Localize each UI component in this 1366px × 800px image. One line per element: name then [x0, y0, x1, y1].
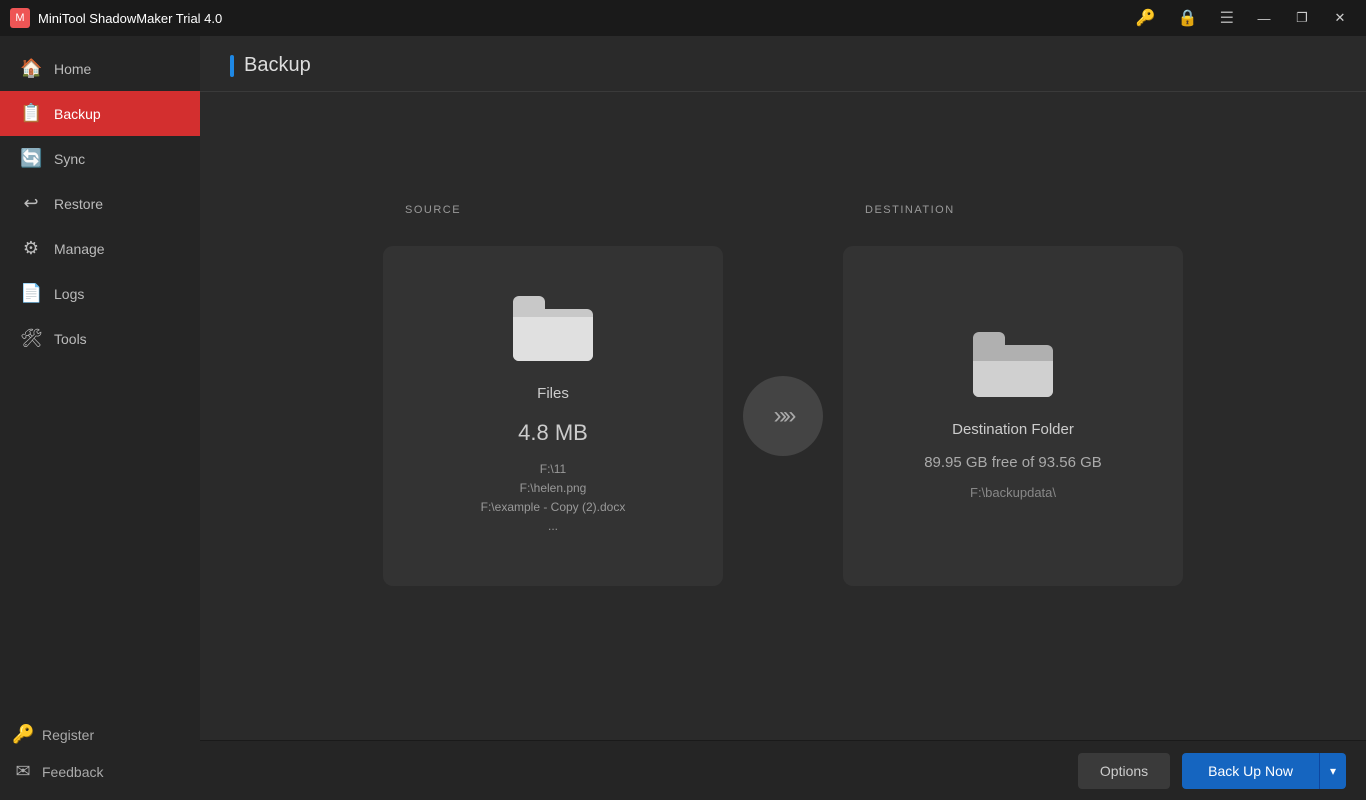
- app-title: M MiniTool ShadowMaker Trial 4.0: [10, 8, 1128, 28]
- sidebar-item-home-label: Home: [54, 61, 91, 77]
- dropdown-arrow-icon: ▾: [1330, 764, 1336, 778]
- destination-free-space: 89.95 GB free of 93.56 GB: [924, 454, 1102, 471]
- sidebar-item-backup-label: Backup: [54, 106, 101, 122]
- sidebar-item-restore[interactable]: ↩ Restore: [0, 181, 200, 226]
- sidebar-item-feedback-label: Feedback: [42, 764, 103, 780]
- sidebar-item-feedback[interactable]: ✉ Feedback: [0, 753, 200, 790]
- feedback-icon: ✉: [12, 761, 34, 782]
- source-file-2: F:\helen.png: [481, 479, 626, 498]
- sidebar-item-manage[interactable]: ⚙ Manage: [0, 226, 200, 271]
- menu-icon[interactable]: ☰: [1212, 4, 1242, 32]
- logs-icon: 📄: [20, 283, 42, 304]
- sidebar-item-manage-label: Manage: [54, 241, 105, 257]
- sidebar-item-backup[interactable]: 📋 Backup: [0, 91, 200, 136]
- bottom-bar: Options Back Up Now ▾: [200, 740, 1366, 800]
- sync-icon: 🔄: [20, 148, 42, 169]
- backup-now-button[interactable]: Back Up Now: [1182, 753, 1319, 789]
- header-accent: [230, 55, 234, 77]
- source-file-3: F:\example - Copy (2).docx: [481, 498, 626, 517]
- destination-label: DESTINATION: [865, 204, 955, 216]
- tools-icon: 🛠: [20, 328, 42, 349]
- close-button[interactable]: ✕: [1324, 3, 1356, 33]
- sidebar-item-sync[interactable]: 🔄 Sync: [0, 136, 200, 181]
- sidebar-item-restore-label: Restore: [54, 196, 103, 212]
- destination-card-content: Destination Folder 89.95 GB free of 93.5…: [924, 332, 1102, 500]
- sidebar-bottom: 🔑 Register ✉ Feedback: [0, 716, 200, 800]
- sidebar-item-logs[interactable]: 📄 Logs: [0, 271, 200, 316]
- options-button[interactable]: Options: [1078, 753, 1170, 789]
- home-icon: 🏠: [20, 58, 42, 79]
- sidebar-item-sync-label: Sync: [54, 151, 85, 167]
- titlebar-controls: 🔑 🔒 ☰ — ❐ ✕: [1128, 3, 1356, 33]
- key-icon[interactable]: 🔑: [1128, 4, 1164, 32]
- arrow-connector: »»: [743, 376, 823, 456]
- source-files-list: F:\11 F:\helen.png F:\example - Copy (2)…: [481, 460, 626, 537]
- app-layout: 🏠 Home 📋 Backup 🔄 Sync ↩ Restore ⚙ Manag…: [0, 36, 1366, 800]
- maximize-button[interactable]: ❐: [1286, 3, 1318, 33]
- source-file-more: ...: [481, 517, 626, 536]
- backup-icon: 📋: [20, 103, 42, 124]
- sidebar-item-tools[interactable]: 🛠 Tools: [0, 316, 200, 361]
- source-card-content: Files 4.8 MB F:\11 F:\helen.png F:\examp…: [481, 296, 626, 537]
- destination-path: F:\backupdata\: [970, 485, 1056, 500]
- source-label: SOURCE: [405, 204, 461, 216]
- manage-icon: ⚙: [20, 238, 42, 259]
- sidebar-item-register-label: Register: [42, 727, 94, 743]
- source-file-1: F:\11: [481, 460, 626, 479]
- page-header: Backup: [200, 36, 1366, 92]
- sidebar-item-register[interactable]: 🔑 Register: [0, 716, 200, 753]
- lock-icon[interactable]: 🔒: [1170, 4, 1206, 32]
- sidebar-item-logs-label: Logs: [54, 286, 84, 302]
- backup-now-wrap: Back Up Now ▾: [1182, 753, 1346, 789]
- destination-folder-icon: [973, 332, 1053, 397]
- backup-now-dropdown-button[interactable]: ▾: [1319, 753, 1346, 789]
- sidebar-nav: 🏠 Home 📋 Backup 🔄 Sync ↩ Restore ⚙ Manag…: [0, 36, 200, 716]
- source-card[interactable]: SOURCE Files 4.8 MB F:\11 F:\helen.png F…: [383, 246, 723, 586]
- main-content: Backup SOURCE Files 4.8 MB F:\11: [200, 36, 1366, 800]
- sidebar-item-home[interactable]: 🏠 Home: [0, 46, 200, 91]
- destination-card[interactable]: DESTINATION Destination Folder 89.95 GB …: [843, 246, 1183, 586]
- source-folder-icon: [513, 296, 593, 361]
- destination-name: Destination Folder: [952, 421, 1074, 438]
- sidebar: 🏠 Home 📋 Backup 🔄 Sync ↩ Restore ⚙ Manag…: [0, 36, 200, 800]
- app-logo-icon: M: [10, 8, 30, 28]
- titlebar: M MiniTool ShadowMaker Trial 4.0 🔑 🔒 ☰ —…: [0, 0, 1366, 36]
- sidebar-item-tools-label: Tools: [54, 331, 87, 347]
- restore-icon: ↩: [20, 193, 42, 214]
- app-name-label: MiniTool ShadowMaker Trial 4.0: [38, 11, 222, 26]
- register-icon: 🔑: [12, 724, 34, 745]
- source-size: 4.8 MB: [518, 420, 588, 446]
- backup-area: SOURCE Files 4.8 MB F:\11 F:\helen.png F…: [200, 92, 1366, 740]
- minimize-button[interactable]: —: [1248, 3, 1280, 33]
- page-title: Backup: [244, 54, 311, 77]
- source-name: Files: [537, 385, 569, 402]
